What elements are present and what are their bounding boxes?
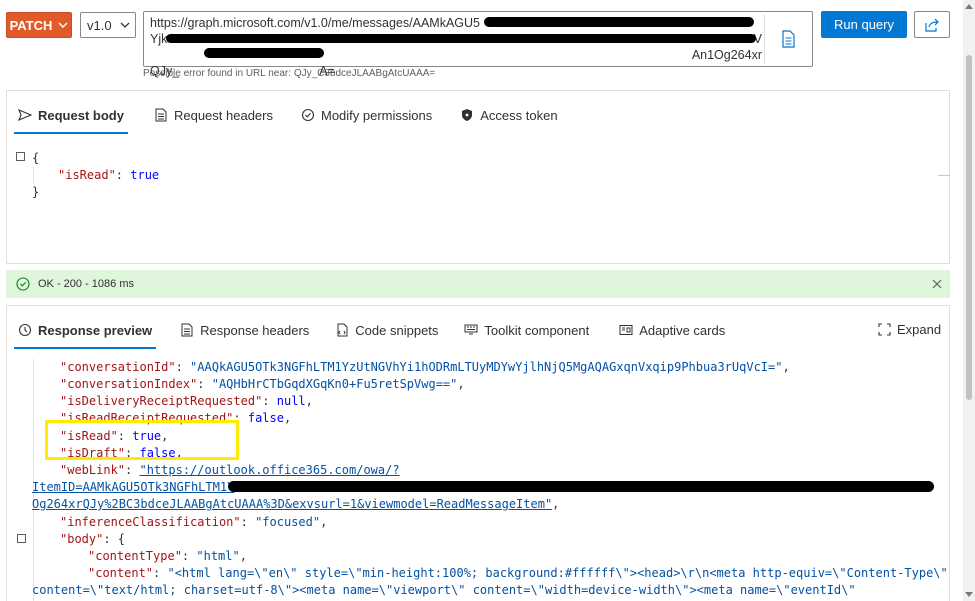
expand-button[interactable]: Expand xyxy=(878,322,941,337)
code-line: content=\"text/html; charset=utf-8\"><me… xyxy=(32,583,856,597)
version-label: v1.0 xyxy=(87,17,112,33)
version-dropdown[interactable]: v1.0 xyxy=(80,12,136,38)
tab-label: Response preview xyxy=(38,322,153,338)
divider xyxy=(764,14,765,64)
redaction-mark xyxy=(166,34,756,43)
check-circle-icon xyxy=(16,277,30,291)
shield-check-icon xyxy=(301,108,315,122)
redaction-mark xyxy=(484,17,754,27)
expand-icon xyxy=(878,323,891,336)
redaction-mark xyxy=(204,48,324,58)
code-line: ItemID=AAMkAGU5OTk3NGFhLTM1Y xyxy=(32,479,234,497)
tab-label: Response headers xyxy=(200,322,310,338)
code-line: "isDeliveryReceiptRequested": null, xyxy=(60,394,313,408)
send-icon xyxy=(18,108,32,122)
code-line: "conversationIndex": "AQHbHrCTbGqdXGqKn0… xyxy=(60,377,465,391)
share-button[interactable] xyxy=(914,11,950,38)
toolkit-icon xyxy=(464,323,478,337)
code-line: { xyxy=(32,151,40,165)
scroll-up-icon[interactable] xyxy=(965,3,973,9)
tab-label: Request body xyxy=(38,107,124,123)
redaction-mark xyxy=(228,481,934,492)
scroll-down-icon[interactable] xyxy=(965,592,973,598)
tab-adaptive-cards[interactable]: Adaptive cards xyxy=(609,315,735,345)
tab-toolkit-component[interactable]: Toolkit component xyxy=(454,315,599,345)
tab-request-body[interactable]: Request body xyxy=(8,100,134,134)
run-query-button[interactable]: Run query xyxy=(821,11,907,38)
fold-toggle[interactable] xyxy=(17,534,26,543)
close-icon[interactable] xyxy=(932,279,942,289)
tab-access-token[interactable]: Access token xyxy=(450,100,567,130)
url-error-hint: Possible error found in URL near: QJy_C3… xyxy=(143,68,436,79)
document-icon xyxy=(180,323,194,337)
tab-request-headers[interactable]: Request headers xyxy=(144,100,283,130)
code-line: "content": "<html lang=\"en\" style=\"mi… xyxy=(88,566,948,580)
document-icon[interactable] xyxy=(780,30,796,48)
tab-modify-permissions[interactable]: Modify permissions xyxy=(291,100,442,130)
code-line: } xyxy=(32,185,40,199)
tab-response-preview[interactable]: Response preview xyxy=(8,315,162,349)
code-line: "conversationId": "AAQkAGU5OTk3NGFhLTM1Y… xyxy=(60,360,790,374)
code-line: "inferenceClassification": "focused", xyxy=(60,515,328,529)
chevron-down-icon xyxy=(58,22,68,28)
response-tabs: Response preview Response headers Code s… xyxy=(8,315,735,349)
status-text: OK - 200 - 1086 ms xyxy=(38,278,134,290)
code-line: "contentType": "html", xyxy=(88,549,247,563)
weblink-url[interactable]: "https://outlook.office365.com/owa/? xyxy=(139,463,399,477)
url-input[interactable]: https://graph.microsoft.com/v1.0/me/mess… xyxy=(143,11,813,78)
eye-icon xyxy=(18,323,32,337)
code-file-icon xyxy=(335,323,349,337)
card-icon xyxy=(619,323,633,337)
scrollbar-thumb[interactable] xyxy=(966,55,972,400)
document-icon xyxy=(154,108,168,122)
share-icon xyxy=(925,18,939,32)
tab-label: Request headers xyxy=(173,107,273,123)
http-method-label: PATCH xyxy=(9,17,53,33)
code-line: Og264xrQJy%2BC3bdceJLAABgAtcUAAA%3D&exvs… xyxy=(32,497,560,511)
weblink-url[interactable]: Og264xrQJy%2BC3bdceJLAABgAtcUAAA%3D&exvs… xyxy=(32,497,552,511)
lock-icon xyxy=(460,108,474,122)
expand-label: Expand xyxy=(897,322,942,337)
code-line: "webLink": "https://outlook.office365.co… xyxy=(60,463,400,477)
weblink-url[interactable]: ItemID=AAMkAGU5OTk3NGFhLTM1Y xyxy=(32,480,234,494)
tab-code-snippets[interactable]: Code snippets xyxy=(325,315,448,345)
code-line: "body": { xyxy=(60,532,126,546)
highlight-box xyxy=(45,420,239,460)
http-method-dropdown[interactable]: PATCH xyxy=(6,12,72,38)
tab-label: Access token xyxy=(480,107,558,123)
tab-response-headers[interactable]: Response headers xyxy=(170,315,319,345)
tab-label: Toolkit component xyxy=(484,322,590,338)
tab-label: Adaptive cards xyxy=(639,322,726,338)
code-line: "isRead": true xyxy=(58,168,160,182)
tab-label: Code snippets xyxy=(355,322,439,338)
chevron-down-icon xyxy=(120,22,130,28)
response-code: "conversationId": "AAQkAGU5OTk3NGFhLTM1Y… xyxy=(0,359,960,601)
indent-guide xyxy=(33,166,34,184)
fold-toggle[interactable] xyxy=(16,152,25,161)
resize-handle[interactable] xyxy=(938,175,950,176)
tab-label: Modify permissions xyxy=(320,107,433,123)
request-tabs: Request body Request headers Modify perm… xyxy=(8,100,568,134)
status-bar: OK - 200 - 1086 ms xyxy=(6,270,950,298)
